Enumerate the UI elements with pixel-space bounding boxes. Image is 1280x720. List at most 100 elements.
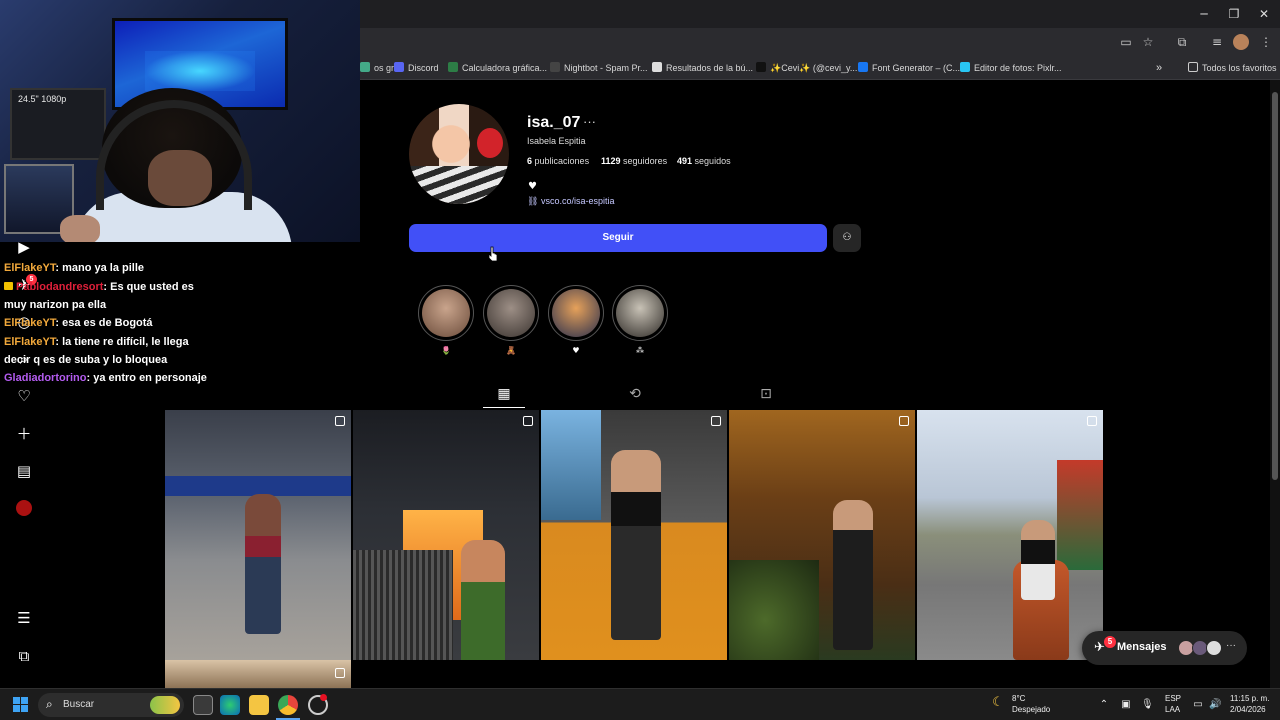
tagged-tab-icon[interactable]: ⊡: [757, 385, 775, 403]
profile-nav-avatar[interactable]: [14, 498, 34, 518]
bookmark-star-icon[interactable]: ☆: [1140, 34, 1156, 50]
link-icon: ⛓: [527, 196, 541, 206]
create-plus-icon[interactable]: ＋: [14, 424, 34, 444]
story-highlight[interactable]: [612, 285, 668, 341]
bookmark-item[interactable]: Discord: [394, 60, 439, 76]
bookmark-label: Font Generator – (C...: [872, 63, 961, 73]
reposts-tab-icon[interactable]: ⟲: [626, 385, 644, 403]
bookmark-item[interactable]: Editor de fotos: Pixlr...: [960, 60, 1062, 76]
extensions-icon[interactable]: ⧉: [1174, 34, 1190, 50]
crowd: [353, 550, 453, 660]
messages-label: Mensajes: [1117, 641, 1167, 653]
moon-weather-icon[interactable]: ☾: [992, 696, 1004, 709]
profile-username: isa._07: [527, 114, 581, 131]
browser-menu-icon[interactable]: ⋮: [1258, 34, 1274, 50]
post-thumbnail[interactable]: [165, 660, 351, 688]
bookmark-item[interactable]: ✨Cevi✨ (@cevi_y...: [756, 60, 857, 76]
followers-count-label: seguidores: [623, 156, 668, 166]
following-count[interactable]: 491 seguidos: [677, 156, 731, 166]
follow-button[interactable]: Seguir: [409, 224, 827, 252]
bookmark-item[interactable]: Calculadora gráfica...: [448, 60, 547, 76]
posts-count-value: 6: [527, 156, 533, 166]
post-thumbnail[interactable]: [541, 410, 727, 660]
post-thumbnail[interactable]: [917, 410, 1103, 660]
bookmarks-overflow-icon[interactable]: »: [1156, 60, 1162, 76]
also-from-meta-icon[interactable]: ⧉: [14, 646, 34, 666]
webcam-overlay: 24.5" 1080p: [0, 0, 360, 242]
highlight-label: 🧸: [506, 346, 516, 355]
volume-icon[interactable]: 🔊: [1209, 699, 1221, 711]
highlight-cover: [422, 289, 470, 337]
post-thumbnail[interactable]: [729, 410, 915, 660]
windows-taskbar: ⌕ Buscar ☾ 8°C Despejado ⌃ ▣ 🎙 ESP LAA ▭…: [0, 688, 1280, 720]
edge-icon[interactable]: [220, 695, 240, 715]
active-tab-indicator: [483, 407, 525, 408]
heart-notifications-icon[interactable]: ♡: [14, 386, 34, 406]
streamer-hand: [60, 215, 100, 242]
task-view-icon[interactable]: [193, 695, 213, 715]
cast-icon[interactable]: ▭: [1118, 34, 1134, 50]
tray-overflow-icon[interactable]: ⌃: [1098, 699, 1110, 711]
close-icon[interactable]: ✕: [1256, 6, 1272, 22]
tray-app-icon[interactable]: ▣: [1120, 699, 1132, 711]
profile-avatar-icon[interactable]: [1233, 34, 1249, 50]
messages-badge: 5: [1104, 636, 1116, 648]
messages-button[interactable]: ✈ 5 Mensajes ···: [1082, 631, 1247, 665]
window-background: [541, 410, 601, 520]
chrome-icon[interactable]: [278, 695, 298, 715]
weather-desc: Despejado: [1012, 705, 1051, 714]
bio-heart: ♥: [528, 181, 537, 192]
dashboard-icon[interactable]: ▤: [14, 461, 34, 481]
hamburger-menu-icon[interactable]: ☰: [14, 608, 34, 628]
bookmark-favicon-icon: [360, 62, 370, 72]
bookmark-item[interactable]: Resultados de la bú...: [652, 60, 753, 76]
scrollbar-thumb[interactable]: [1272, 92, 1278, 480]
highlight-label: ⁂: [636, 346, 644, 355]
multiple-photos-icon: [899, 416, 909, 426]
bookmark-item[interactable]: Font Generator – (C...: [858, 60, 960, 76]
file-explorer-icon[interactable]: [249, 695, 269, 715]
chat-username: ElFlakeYT: [4, 336, 56, 348]
suggested-users-button[interactable]: ⚇: [833, 224, 861, 252]
taskbar-search[interactable]: ⌕ Buscar: [38, 693, 184, 717]
bookmark-favicon-icon: [550, 62, 560, 72]
chat-message: ElFlakeYT: la tiene re difícil, le llega…: [4, 333, 214, 369]
clock-time[interactable]: 11:15 p. m.: [1230, 694, 1269, 704]
story-highlight[interactable]: [418, 285, 474, 341]
posts-grid-tab-icon[interactable]: ▦: [495, 385, 513, 403]
all-bookmarks-folder[interactable]: Todos los favoritos: [1188, 60, 1277, 76]
story-highlight[interactable]: [548, 285, 604, 341]
bookmark-item[interactable]: Nightbot - Spam Pr...: [550, 60, 648, 76]
stadium-banner: [165, 476, 351, 496]
post-thumbnail[interactable]: [353, 410, 539, 660]
microphone-icon[interactable]: 🎙: [1141, 699, 1154, 711]
chat-text: : ya entro en personaje: [86, 372, 207, 384]
followers-count[interactable]: 1129 seguidores: [601, 156, 667, 166]
multiple-photos-icon: [335, 668, 345, 678]
avatar: [1206, 640, 1222, 656]
bookmark-favicon-icon: [448, 62, 458, 72]
avatar-balloon: [477, 128, 503, 158]
bio-link[interactable]: ⛓ vsco.co/isa-espitia: [527, 196, 614, 207]
weather-temp: 8°C: [1012, 694, 1026, 703]
network-icon[interactable]: ▭: [1192, 699, 1204, 711]
language-code[interactable]: ESP: [1165, 694, 1181, 704]
post-thumbnail[interactable]: [165, 410, 351, 660]
person-figure: [833, 500, 873, 650]
story-highlight[interactable]: [483, 285, 539, 341]
bookmark-label: Resultados de la bú...: [666, 63, 754, 73]
more-options-icon[interactable]: ···: [583, 114, 596, 129]
following-count-value: 491: [677, 156, 693, 166]
windows-start-icon[interactable]: [13, 697, 29, 713]
media-control-icon[interactable]: ≡: [1209, 34, 1225, 50]
clock-date[interactable]: 2/04/2026: [1230, 705, 1266, 715]
search-icon: ⌕: [46, 697, 53, 711]
minimize-icon[interactable]: ─: [1196, 6, 1212, 22]
chat-message: ElFlakeYT: mano ya la pille: [4, 259, 214, 277]
keyboard-layout[interactable]: LAA: [1165, 705, 1180, 715]
profile-avatar[interactable]: [409, 104, 509, 204]
bio-link-text: vsco.co/isa-espitia: [540, 196, 615, 206]
restore-icon[interactable]: ❐: [1226, 6, 1242, 22]
multiple-photos-icon: [523, 416, 533, 426]
chat-username: Pablodandresort: [16, 281, 104, 293]
